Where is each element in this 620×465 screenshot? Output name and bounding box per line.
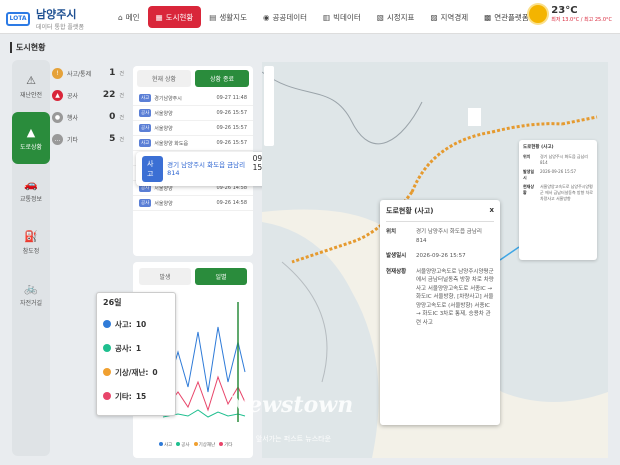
sidebar-item-disaster[interactable]: ⚠ 재난안전 <box>12 60 50 112</box>
map-connector-line <box>499 246 520 261</box>
summary-row: 기타: 15 <box>103 384 169 408</box>
section-title: 도시현황 <box>10 42 45 53</box>
event-badge: 공사 <box>139 124 152 132</box>
other-icon: … <box>52 133 63 145</box>
summary-date: 26일 <box>103 298 122 307</box>
main-nav: ⌂ 메인 ▦ 도시현황 ▤ 생활지도 ◉ 공공데이터 ▥ 빅데이터 ▧ 시정지표 ▨ 지역경제… <box>110 6 537 28</box>
event-list-item[interactable]: 사고 경기남양주시 09-27 11:48 <box>133 91 253 106</box>
nav-main[interactable]: ⌂ 메인 <box>110 6 148 28</box>
nav-city-status[interactable]: ▦ 도시현황 <box>147 6 202 28</box>
chart-tab-daily[interactable]: 일별 <box>195 268 247 285</box>
grid-icon: ▦ <box>155 12 163 22</box>
highway-route <box>561 115 598 126</box>
summary-row: 사고: 10 <box>103 312 169 336</box>
incident-detail-popup: 도로현황 (사고) x 위치 경기 남양주시 화도읍 금남리 814 발생일시 20… <box>380 200 500 425</box>
callout-badge: 사고 <box>142 156 164 182</box>
event-badge: 공사 <box>139 109 152 117</box>
sidebar-item-traffic[interactable]: 🚗 교통정보 <box>12 164 50 216</box>
nav-platforms[interactable]: ▩ 연관플랫폼 <box>476 6 537 28</box>
event-list-item[interactable]: 공사서울양양 09-26 14:58 <box>133 196 253 211</box>
event-badge: 사고 <box>139 139 152 147</box>
watermark-slogan: 한발 더 앞서가는 퍼스트 뉴스타운 <box>232 435 332 443</box>
economy-icon: ▨ <box>430 12 438 22</box>
event-list: 사고 경기남양주시 09-27 11:48 공사 서울양양 09-26 15:57 공사 서울… <box>133 91 253 211</box>
detail-row-time: 발생일시 2026-09-26 15:57 <box>386 253 466 260</box>
daily-summary-tooltip: 26일 사고: 10 공사: 1 기상/재난: 0 기타: 15 <box>96 292 176 416</box>
event-badge: 공사 <box>139 199 152 207</box>
construction-icon: ▲ <box>52 89 63 101</box>
sidebar: ⚠ 재난안전 ▲ 도로상황 🚗 교통정보 ⛽ 참도정 🚲 자전거길 <box>12 60 50 456</box>
detail-row-location: 위치 경기 남양주시 화도읍 금남리 814 <box>386 229 482 244</box>
top-bar: LOTA 남양주시 데이터 통합 플랫폼 ⌂ 메인 ▦ 도시현황 ▤ 생활지도 ◉ 공공… <box>0 0 620 34</box>
sidebar-item-bike[interactable]: 🚲 자전거길 <box>12 268 50 320</box>
event-title: 서울양양 <box>154 110 173 117</box>
app-title: 남양주시 <box>36 8 77 21</box>
zoom-control[interactable] <box>264 66 274 146</box>
indicator-icon: ▧ <box>376 12 384 22</box>
event-time: 09-26 15:57 <box>216 110 247 116</box>
event-list-item[interactable]: 공사 서울양양 09-26 15:57 <box>133 121 253 136</box>
event-title: 서울양양 <box>154 125 173 132</box>
event-time: 09-27 11:48 <box>216 95 247 101</box>
event-title: 서울양양 화도읍 <box>154 140 189 147</box>
fuel-icon: ⛽ <box>24 229 38 243</box>
nav-indicators[interactable]: ▧ 시정지표 <box>369 6 423 28</box>
home-icon: ⌂ <box>118 12 123 22</box>
detail-title: 도로현황 (사고) <box>386 207 434 215</box>
event-title: 서울양양 <box>154 200 173 207</box>
stat-other[interactable]: … 기타 5건 <box>52 128 124 150</box>
warning-icon: ⚠ <box>26 73 36 87</box>
logo-mark: LOTA <box>6 11 30 26</box>
chart-tab-occurrence[interactable]: 발생 <box>139 268 191 285</box>
event-badge: 사고 <box>139 94 152 102</box>
map-icon: ▤ <box>209 12 217 22</box>
road-icon: ▲ <box>26 125 36 139</box>
sidebar-item-road[interactable]: ▲ 도로상황 <box>12 112 50 164</box>
stat-event[interactable]: ● 행사 0건 <box>52 106 124 128</box>
nav-big-data[interactable]: ▥ 빅데이터 <box>315 6 369 28</box>
event-time: 09-26 15:57 <box>216 125 247 131</box>
car-icon: 🚗 <box>24 177 38 191</box>
event-time: 09-26 14:58 <box>216 200 247 206</box>
summary-row: 기상/재난: 0 <box>103 360 169 384</box>
link-icon: ▩ <box>484 12 492 22</box>
close-icon[interactable]: x <box>489 206 494 216</box>
detail-row-status: 현재상황 서울양양고속도로 남양주시양평군 에서 금남터널동측 방향 차로 차량사… <box>386 268 494 326</box>
tab-ended[interactable]: 상황 종료 <box>195 70 249 87</box>
chart-legend: 사고 공사 기상재난 기타 <box>159 442 232 448</box>
event-list-item[interactable]: 공사 서울양양 09-26 15:57 <box>133 106 253 121</box>
nav-life-map[interactable]: ▤ 생활지도 <box>201 6 255 28</box>
map-mini-popup: 도로현황 (사고) 위치 경기 남양주시 화도읍 금남리 814 발생일시 2026… <box>519 140 597 260</box>
map-marker-placeholder <box>468 108 481 126</box>
sidebar-item-fuel[interactable]: ⛽ 참도정 <box>12 216 50 268</box>
weather-temp: 23°C <box>551 5 578 16</box>
app-subtitle: 데이터 통합 플랫폼 <box>36 24 84 31</box>
sun-icon <box>529 5 548 23</box>
event-icon: ● <box>52 111 63 123</box>
callout-address: 경기 남양주시 화도읍 금남리 814 <box>167 160 246 177</box>
stat-accident[interactable]: ! 사고/통제 1건 <box>52 62 124 84</box>
map-road <box>281 261 328 383</box>
event-title: 경기남양주시 <box>154 95 182 102</box>
stat-construction[interactable]: ▲ 공사 22 건 <box>52 84 124 106</box>
globe-icon: ◉ <box>262 12 270 22</box>
event-list-item[interactable]: 사고 서울양양 화도읍 09-26 15:57 <box>133 136 253 151</box>
weather-widget: 23°C 최저 13.0°C / 최고 25.0°C <box>529 5 612 23</box>
tab-current[interactable]: 현재 상황 <box>137 70 191 87</box>
weather-minmax: 최저 13.0°C / 최고 25.0°C <box>551 17 612 23</box>
map-boundary <box>262 71 423 145</box>
bike-icon: 🚲 <box>24 281 38 295</box>
event-time: 09-26 15:57 <box>216 140 247 146</box>
chart-icon: ▥ <box>323 12 331 22</box>
summary-row: 공사: 1 <box>103 336 169 360</box>
watermark-brand: Newstown <box>228 392 354 418</box>
stats-list: ! 사고/통제 1건 ▲ 공사 22 건 ● 행사 0건 … 기타 5건 <box>52 62 124 150</box>
logo[interactable]: LOTA 남양주시 데이터 통합 플랫폼 <box>6 6 84 31</box>
accident-icon: ! <box>52 67 63 79</box>
nav-economy[interactable]: ▨ 지역경제 <box>422 6 476 28</box>
nav-public-data[interactable]: ◉ 공공데이터 <box>255 6 315 28</box>
